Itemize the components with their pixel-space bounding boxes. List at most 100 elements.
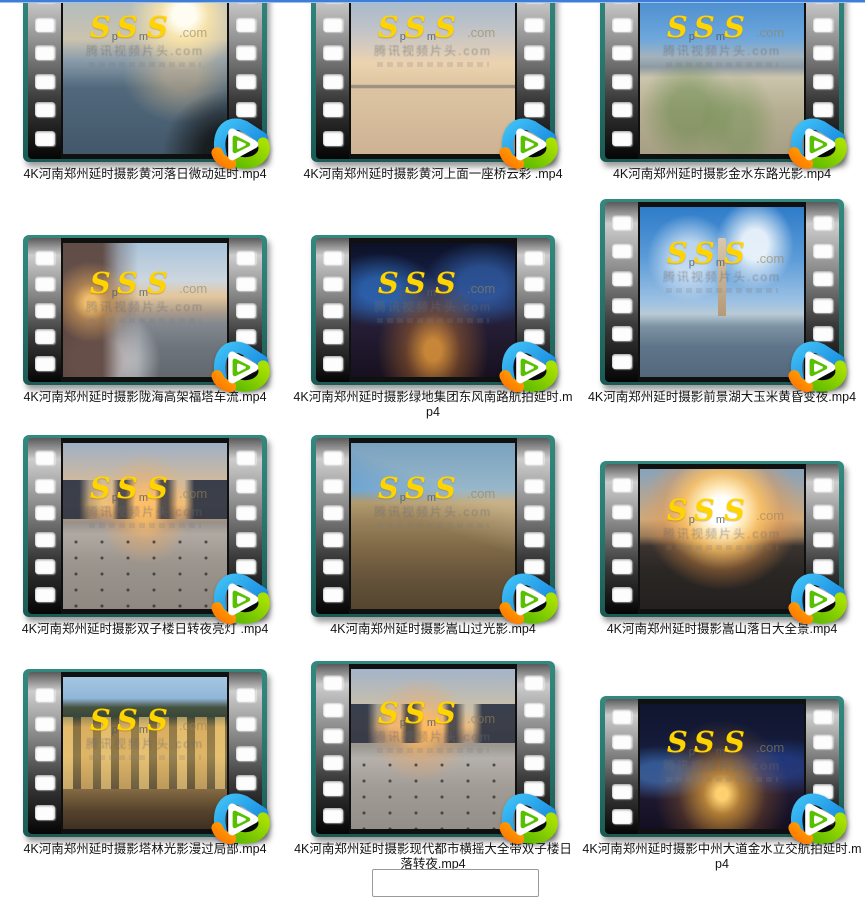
watermark-letter-small: p: [112, 492, 118, 504]
tencent-video-play-icon[interactable]: [786, 337, 850, 397]
watermark-fineprint: [89, 755, 201, 760]
sprocket-hole: [813, 74, 833, 89]
watermark-domain: .com: [756, 251, 784, 266]
tencent-video-play-icon[interactable]: [786, 569, 850, 629]
sprocket-hole: [35, 74, 55, 89]
rename-edit-box[interactable]: [372, 869, 539, 897]
film-strip: SpSmS.com 腾讯视频片头.com: [23, 435, 267, 617]
watermark-cn-text: 腾讯视频片头.com: [351, 728, 515, 745]
watermark-logo-text: SpSmS.com: [351, 471, 515, 505]
video-item[interactable]: SpSmS.com 腾讯视频片头.com: [0, 235, 290, 405]
watermark-letter: S: [428, 696, 465, 730]
watermark-fineprint: [666, 62, 778, 67]
video-item[interactable]: SpSmS.com 腾讯视频片头.com: [577, 696, 865, 873]
video-frame: SpSmS.com 腾讯视频片头.com: [638, 699, 806, 834]
tencent-video-play-icon[interactable]: [786, 114, 850, 174]
video-still-image: SpSmS.com 腾讯视频片头.com: [351, 669, 515, 829]
sprocket-hole: [323, 532, 343, 547]
film-strip: SpSmS.com 腾讯视频片头.com: [311, 435, 555, 617]
sprocket-hole: [35, 276, 55, 291]
sprocket-hole: [612, 326, 632, 341]
watermark-domain: .com: [756, 508, 784, 523]
sprocket-hole: [524, 303, 544, 318]
film-sprocket-holes-left: [605, 202, 638, 382]
sprocket-hole: [612, 477, 632, 492]
tencent-video-play-icon[interactable]: [209, 569, 273, 629]
sprocket-hole: [323, 728, 343, 743]
watermark-fineprint: [377, 318, 489, 323]
video-item[interactable]: SpSmS.com 腾讯视频片头.com: [0, 435, 290, 637]
watermark-domain: .com: [756, 740, 784, 755]
watermark-letter: S: [717, 236, 754, 270]
video-item[interactable]: SpSmS.com 腾讯视频片头.com: [288, 0, 578, 182]
watermark-logo-text: SpSmS.com: [63, 10, 227, 44]
tencent-video-play-icon[interactable]: [497, 569, 561, 629]
watermark-letter: S: [687, 493, 724, 527]
stock-watermark: SpSmS.com 腾讯视频片头.com: [640, 725, 804, 782]
sprocket-hole: [612, 298, 632, 313]
tencent-video-play-icon[interactable]: [497, 114, 561, 174]
video-item[interactable]: SpSmS.com 腾讯视频片头.com: [0, 669, 290, 857]
watermark-letter-small: m: [716, 31, 725, 43]
sprocket-hole: [323, 329, 343, 344]
sprocket-hole: [323, 808, 343, 823]
stock-watermark: SpSmS.com 腾讯视频片头.com: [63, 10, 227, 67]
video-item[interactable]: SpSmS.com 腾讯视频片头.com: [577, 199, 865, 405]
tencent-video-play-icon[interactable]: [209, 789, 273, 849]
watermark-domain: .com: [467, 486, 495, 501]
video-item[interactable]: SpSmS.com 腾讯视频片头.com: [0, 0, 290, 182]
tencent-video-play-icon[interactable]: [209, 114, 273, 174]
film-strip: SpSmS.com 腾讯视频片头.com: [600, 461, 844, 617]
sprocket-hole: [524, 532, 544, 547]
video-item[interactable]: SpSmS.com 腾讯视频片头.com: [288, 435, 578, 637]
watermark-domain: .com: [467, 281, 495, 296]
video-frame: SpSmS.com 腾讯视频片头.com: [349, 438, 517, 614]
watermark-domain: .com: [179, 718, 207, 733]
sprocket-hole: [612, 131, 632, 146]
video-frame: SpSmS.com 腾讯视频片头.com: [61, 238, 229, 382]
watermark-cn-text: 腾讯视频片头.com: [351, 42, 515, 59]
watermark-letter: S: [371, 266, 408, 300]
sprocket-hole: [323, 559, 343, 574]
sprocket-hole: [524, 450, 544, 465]
video-frame: SpSmS.com 腾讯视频片头.com: [349, 0, 517, 159]
stock-watermark: SpSmS.com 腾讯视频片头.com: [351, 266, 515, 323]
watermark-letter: S: [717, 10, 754, 44]
sprocket-hole: [813, 504, 833, 519]
watermark-domain: .com: [179, 486, 207, 501]
film-sprocket-holes-left: [316, 0, 349, 159]
watermark-fineprint: [89, 523, 201, 528]
watermark-letter-small: p: [689, 257, 695, 269]
watermark-letter-small: p: [400, 287, 406, 299]
video-item[interactable]: SpSmS.com 腾讯视频片头.com: [577, 0, 865, 182]
film-sprocket-holes-left: [605, 699, 638, 834]
tencent-video-play-icon[interactable]: [209, 337, 273, 397]
sprocket-hole: [323, 478, 343, 493]
tencent-video-play-icon[interactable]: [497, 337, 561, 397]
video-still-image: SpSmS.com 腾讯视频片头.com: [640, 0, 804, 154]
sprocket-hole: [35, 587, 55, 602]
sprocket-hole: [323, 303, 343, 318]
video-item[interactable]: SpSmS.com 腾讯视频片头.com: [577, 461, 865, 637]
sprocket-hole: [524, 45, 544, 60]
sprocket-hole: [612, 759, 632, 774]
video-item[interactable]: SpSmS.com 腾讯视频片头.com: [288, 235, 578, 421]
sprocket-hole: [524, 478, 544, 493]
watermark-letter-small: p: [400, 31, 406, 43]
watermark-cn-text: 腾讯视频片头.com: [351, 503, 515, 520]
sprocket-hole: [323, 356, 343, 371]
video-item[interactable]: SpSmS.com 腾讯视频片头.com: [288, 661, 578, 873]
sprocket-hole: [612, 734, 632, 749]
tencent-video-play-icon[interactable]: [786, 789, 850, 849]
watermark-letter: S: [660, 236, 697, 270]
sprocket-hole: [323, 450, 343, 465]
video-frame: SpSmS.com 腾讯视频片头.com: [61, 438, 229, 614]
tencent-video-play-icon[interactable]: [497, 789, 561, 849]
watermark-letter: S: [660, 725, 697, 759]
film-sprocket-holes-left: [605, 464, 638, 614]
watermark-letter: S: [687, 10, 724, 44]
sprocket-hole: [524, 250, 544, 265]
sprocket-hole: [524, 755, 544, 770]
sprocket-hole: [323, 131, 343, 146]
watermark-letter: S: [717, 725, 754, 759]
